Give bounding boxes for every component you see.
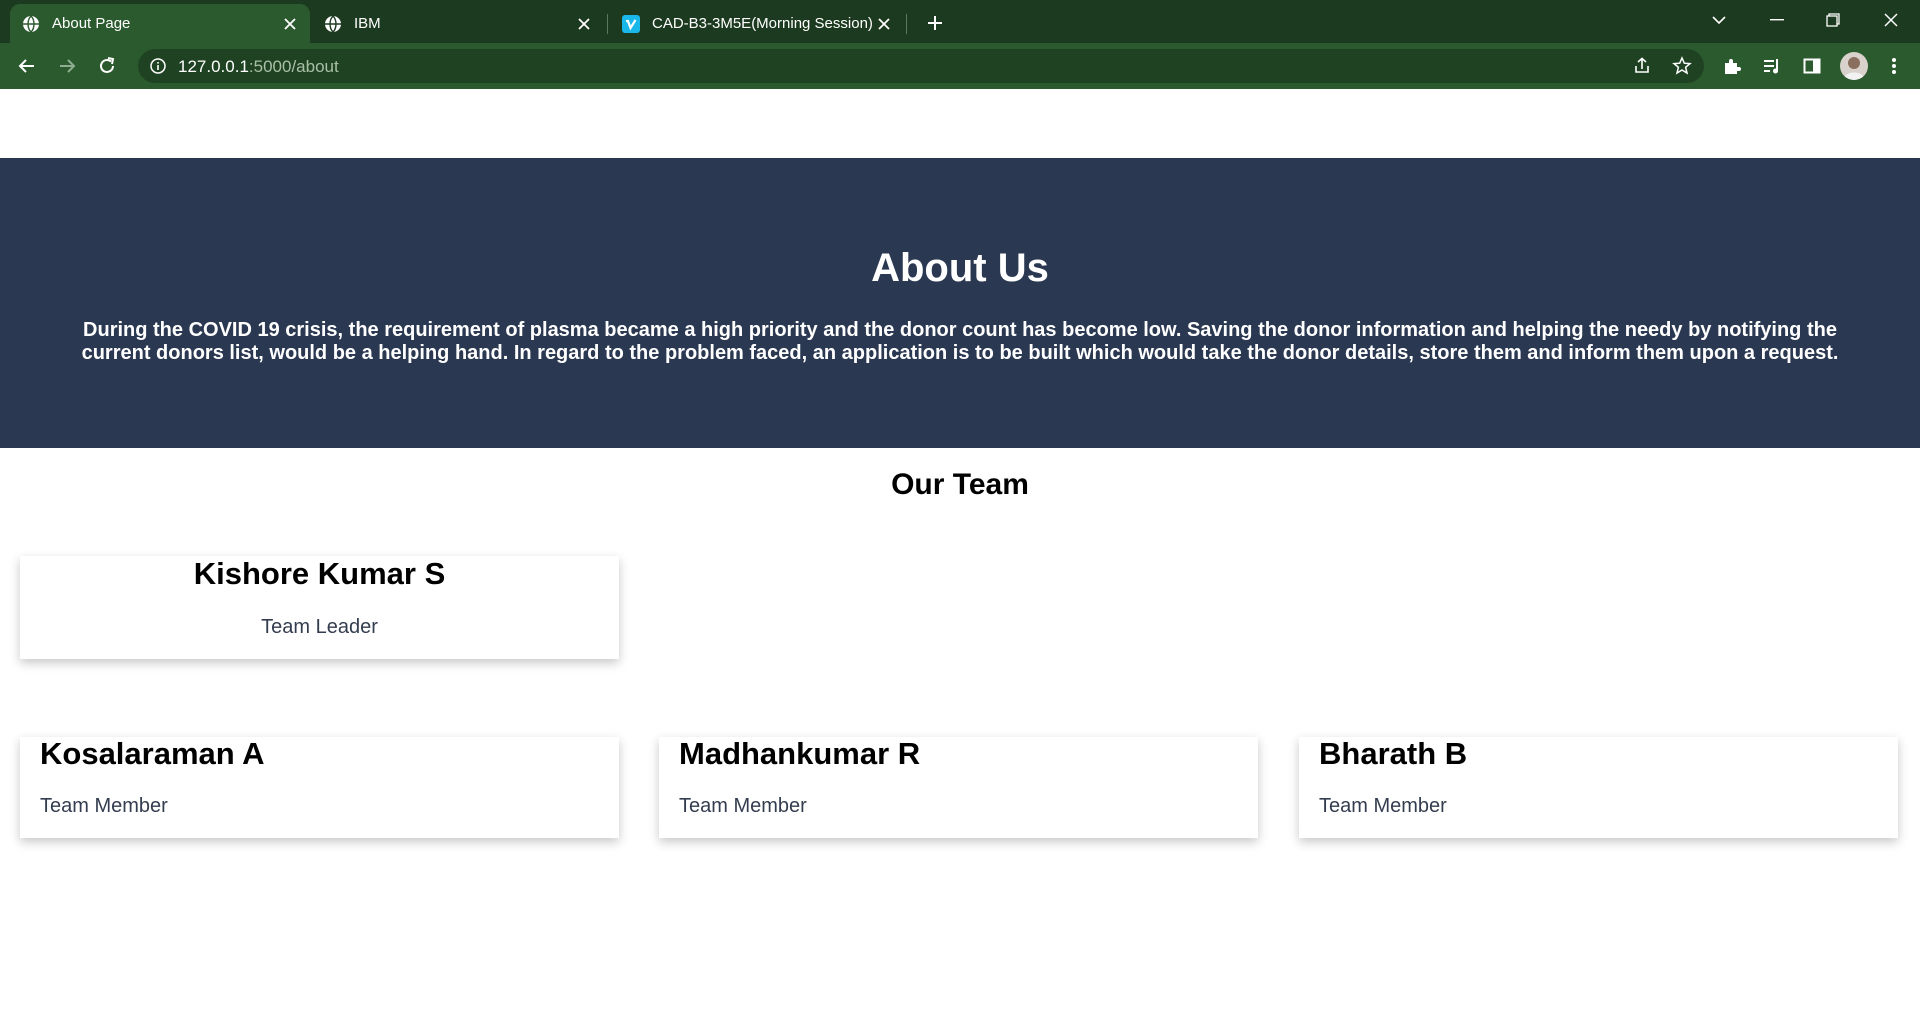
globe-icon [22, 15, 40, 33]
tab-ibm[interactable]: IBM [312, 4, 604, 43]
bookmark-star-icon[interactable] [1672, 56, 1692, 76]
browser-toolbar: 127.0.0.1:5000/about [0, 43, 1920, 89]
close-icon[interactable] [874, 14, 894, 34]
member-name: Kishore Kumar S [193, 556, 446, 591]
tab-cad-session[interactable]: CAD-B3-3M5E(Morning Session) [610, 4, 904, 43]
restore-button[interactable] [1810, 6, 1856, 34]
team-card: Bharath B Team Member [1299, 736, 1898, 838]
tab-about-page[interactable]: About Page [10, 4, 310, 43]
tab-title: CAD-B3-3M5E(Morning Session) [652, 15, 873, 32]
member-name: Kosalaraman A [40, 736, 265, 771]
close-icon[interactable] [574, 14, 594, 34]
back-button[interactable] [13, 52, 41, 80]
team-card-leader: Kishore Kumar S Team Leader [20, 556, 619, 659]
about-hero: About Us During the COVID 19 crisis, the… [0, 158, 1920, 448]
forward-button[interactable] [53, 52, 81, 80]
new-tab-button[interactable] [922, 10, 948, 36]
extensions-icon[interactable] [1718, 52, 1746, 80]
team-heading: Our Team [891, 468, 1029, 501]
url-host: 127.0.0.1 [178, 57, 249, 76]
url-text: 127.0.0.1:5000/about [178, 57, 339, 77]
team-card: Madhankumar R Team Member [659, 736, 1258, 838]
member-role: Team Member [40, 795, 168, 817]
member-role: Team Member [1319, 795, 1447, 817]
side-panel-icon[interactable] [1798, 52, 1826, 80]
member-role: Team Member [679, 795, 807, 817]
page-title: About Us [871, 246, 1049, 290]
page-content: About Us During the COVID 19 crisis, the… [0, 89, 1920, 1020]
profile-avatar[interactable] [1840, 52, 1868, 80]
minimize-button[interactable] [1754, 6, 1800, 34]
globe-icon [324, 15, 342, 33]
team-card: Kosalaraman A Team Member [20, 736, 619, 838]
tab-title: IBM [354, 15, 381, 32]
share-icon[interactable] [1632, 56, 1652, 76]
url-path: :5000/about [248, 57, 339, 76]
close-icon[interactable] [280, 14, 300, 34]
tab-title: About Page [52, 15, 131, 32]
vimeo-icon [622, 14, 640, 33]
info-icon[interactable] [148, 56, 168, 76]
more-menu-icon[interactable] [1880, 52, 1908, 80]
tab-separator [906, 14, 907, 34]
member-name: Bharath B [1319, 736, 1468, 771]
reload-button[interactable] [93, 52, 121, 80]
member-role: Team Leader [261, 616, 378, 638]
close-window-button[interactable] [1868, 6, 1914, 34]
member-name: Madhankumar R [679, 736, 921, 771]
media-control-icon[interactable] [1758, 52, 1786, 80]
tab-separator [607, 14, 608, 34]
address-bar[interactable]: 127.0.0.1:5000/about [138, 49, 1704, 83]
tab-search-button[interactable] [1696, 6, 1742, 34]
tab-strip: About Page IBM CAD-B3-3M5E(Morning Sessi… [0, 0, 1920, 43]
about-description: During the COVID 19 crisis, the requirem… [81, 319, 1839, 364]
